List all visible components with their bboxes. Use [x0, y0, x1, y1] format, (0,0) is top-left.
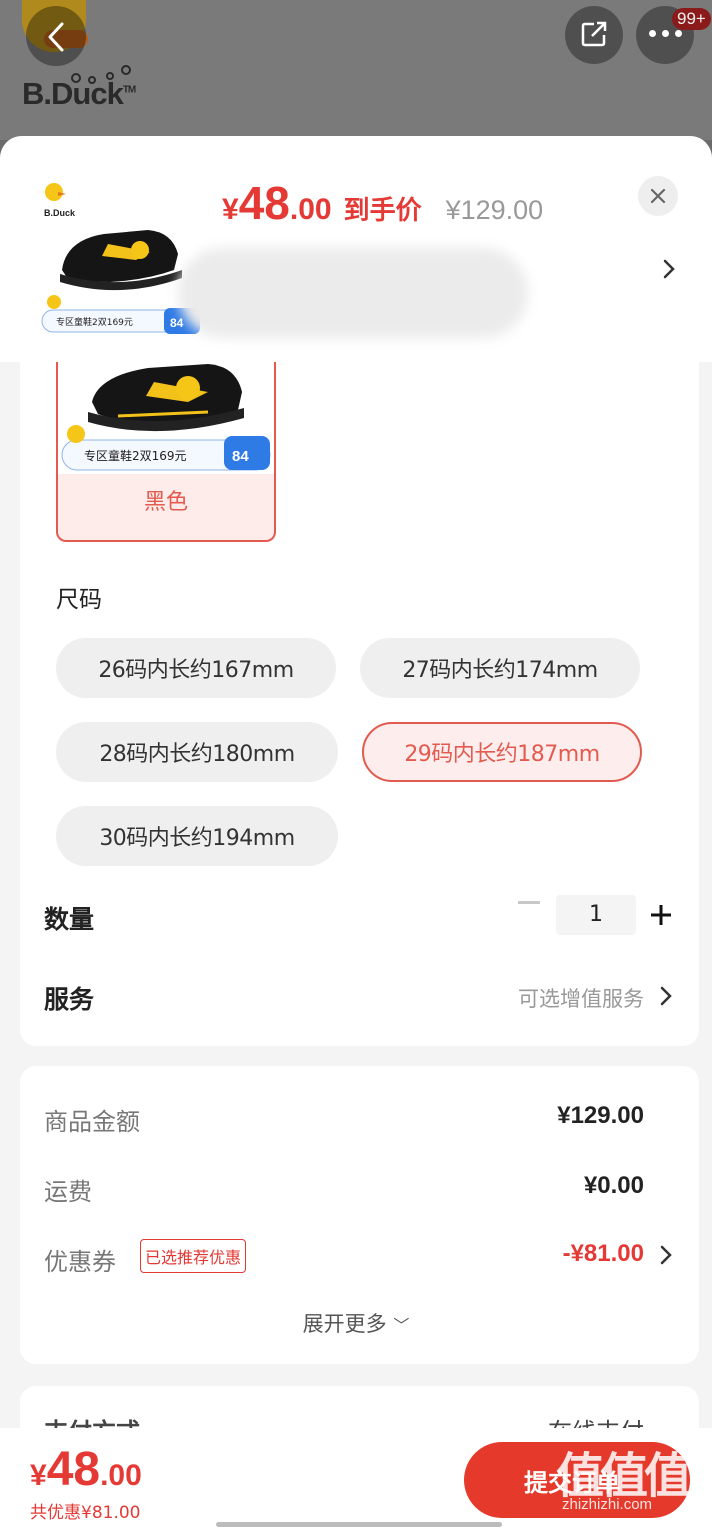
- quantity-decrease-button[interactable]: [518, 901, 540, 904]
- price-display: ¥ 48 .00 到手价 ¥129.00: [222, 176, 543, 230]
- thumbnail-brand: B.Duck: [44, 208, 76, 218]
- service-hint[interactable]: 可选增值服务: [518, 983, 644, 1013]
- size-option-27[interactable]: 27码内长约174mm: [360, 638, 640, 698]
- chevron-right-icon[interactable]: [660, 986, 672, 1006]
- close-icon: [650, 188, 666, 204]
- watermark-url: zhizhizhi.com: [562, 1496, 653, 1513]
- final-price-tag: 到手价: [343, 196, 422, 226]
- color-option-image: 专区童鞋2双169元 84: [58, 362, 274, 474]
- thumbnail-promo-price: 84: [170, 316, 184, 330]
- color-promo-text: 专区童鞋2双169元: [84, 448, 187, 463]
- product-thumbnail-image: B.Duck 专区童鞋2双169元 84: [41, 183, 200, 334]
- sku-selection-sheet: 专区童鞋2双169元 84 黑色 B.Duck 专区童鞋2双169元 84 ¥ …: [0, 136, 712, 1528]
- chevron-right-icon[interactable]: [662, 258, 676, 280]
- home-indicator: [216, 1522, 502, 1527]
- expand-more-button[interactable]: 展开更多 ﹀: [0, 1308, 712, 1338]
- chevron-right-icon[interactable]: [660, 1245, 672, 1265]
- redacted-area: [178, 248, 528, 338]
- price-integer: 48: [238, 177, 290, 229]
- total-price-integer: 48: [46, 1443, 101, 1496]
- coupon-label: 优惠券: [44, 1248, 116, 1276]
- goods-amount-label: 商品金额: [44, 1108, 140, 1136]
- color-promo-price: 84: [232, 448, 249, 465]
- share-button[interactable]: [565, 6, 623, 64]
- total-price-symbol: ¥: [30, 1459, 47, 1492]
- size-option-28[interactable]: 28码内长约180mm: [56, 722, 338, 782]
- size-option-30[interactable]: 30码内长约194mm: [56, 806, 338, 866]
- chevron-down-icon: ﹀: [393, 1316, 410, 1335]
- size-option-29-selected[interactable]: 29码内长约187mm: [362, 722, 642, 782]
- quantity-input[interactable]: 1: [556, 895, 636, 935]
- quantity-increase-button[interactable]: [650, 904, 672, 926]
- close-button[interactable]: [638, 176, 678, 216]
- color-option-black[interactable]: 专区童鞋2双169元 84 黑色: [56, 362, 276, 542]
- price-decimal: .00: [289, 193, 332, 226]
- chevron-left-icon: [48, 22, 64, 52]
- price-symbol: ¥: [222, 193, 239, 226]
- thumbnail-promo-text: 专区童鞋2双169元: [56, 316, 133, 328]
- original-price: ¥129.00: [445, 195, 544, 225]
- total-price-decimal: .00: [100, 1459, 142, 1492]
- size-section-title: 尺码: [56, 587, 102, 613]
- sandal-image: 专区童鞋2双169元 84: [61, 364, 271, 471]
- more-icon: [649, 30, 682, 37]
- total-price: ¥ 48 .00: [30, 1442, 142, 1497]
- notification-badge: 99+: [672, 8, 711, 30]
- coupon-selected-badge: 已选推荐优惠: [140, 1239, 247, 1273]
- size-option-26[interactable]: 26码内长约167mm: [56, 638, 336, 698]
- product-thumbnail[interactable]: B.Duck 专区童鞋2双169元 84: [40, 178, 200, 336]
- product-page-background: B.DuckTM 99+: [0, 0, 712, 140]
- goods-amount-value: ¥129.00: [557, 1102, 644, 1129]
- back-button[interactable]: [26, 6, 86, 66]
- brand-logo-text: B.DuckTM: [22, 76, 136, 111]
- sheet-header: B.Duck 专区童鞋2双169元 84 ¥ 48 .00 到手价 ¥129.0…: [0, 136, 712, 362]
- service-label: 服务: [44, 985, 95, 1014]
- quantity-label: 数量: [44, 905, 95, 934]
- shipping-label: 运费: [44, 1178, 92, 1206]
- coupon-value[interactable]: -¥81.00: [563, 1240, 644, 1268]
- share-icon: [581, 21, 607, 47]
- shipping-value: ¥0.00: [583, 1172, 644, 1199]
- color-option-label: 黑色: [143, 490, 188, 515]
- total-savings: 共优惠¥81.00: [30, 1503, 141, 1523]
